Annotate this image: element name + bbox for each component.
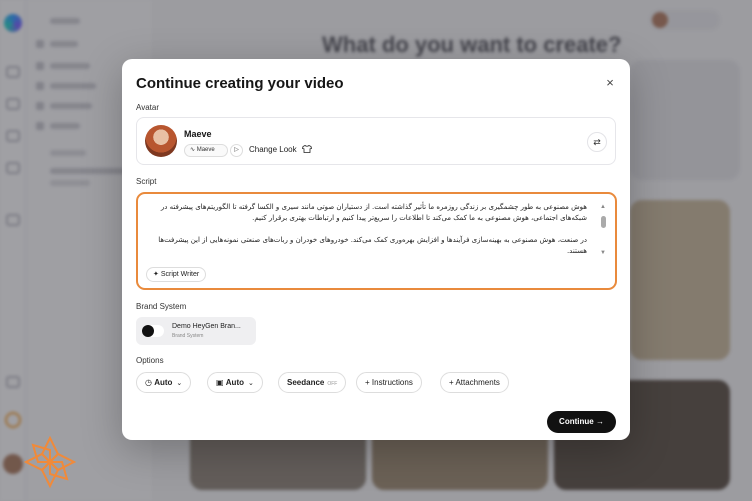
seedance-label: Seedance [287, 378, 325, 387]
brand-flower-icon [24, 436, 76, 488]
options-label: Options [136, 356, 164, 365]
seedance-state: OFF [327, 381, 338, 387]
aspect-dropdown[interactable]: ▣ Auto ⌄ [207, 372, 263, 393]
avatar-thumbnail [145, 125, 177, 157]
scroll-up-icon[interactable]: ▲ [600, 204, 606, 210]
instructions-label: Instructions [371, 378, 413, 387]
script-label: Script [136, 177, 157, 186]
script-content[interactable]: هوش مصنوعی به طور چشمگیری بر زندگی روزمر… [139, 202, 587, 257]
brand-name: Demo HeyGen Bran... [172, 323, 241, 330]
change-look-button[interactable]: Change Look [249, 145, 312, 154]
play-icon[interactable]: ▷ [230, 144, 243, 157]
script-writer-button[interactable]: ✦ Script Writer [146, 267, 207, 282]
script-textarea[interactable]: هوش مصنوعی به طور چشمگیری بر زندگی روزمر… [136, 192, 617, 290]
plus-icon: + [365, 378, 372, 387]
continue-button[interactable]: Continue → [547, 411, 616, 433]
avatar-card[interactable]: Maeve ∿ Maeve ▷ Change Look ⇄ [136, 117, 616, 165]
clock-icon: ◷ [145, 378, 155, 387]
chevron-down-icon: ⌄ [248, 380, 254, 387]
script-paragraph: در صنعت، هوش مصنوعی به بهینه‌سازی فرآیند… [158, 236, 587, 255]
shirt-icon [301, 145, 312, 153]
voice-chip[interactable]: ∿ Maeve [184, 144, 228, 157]
image-icon: ▣ [216, 378, 226, 387]
scroll-down-icon[interactable]: ▼ [600, 250, 606, 256]
duration-value: Auto [154, 378, 173, 387]
swap-avatar-icon[interactable]: ⇄ [587, 132, 607, 152]
arrow-right-icon: → [593, 417, 604, 426]
avatar-name: Maeve [184, 129, 212, 139]
change-look-label: Change Look [249, 145, 297, 154]
avatar-label: Avatar [136, 103, 159, 112]
dialog-title: Continue creating your video [136, 75, 344, 92]
brand-system-label: Brand System [136, 302, 187, 311]
brand-toggle[interactable] [142, 325, 164, 337]
continue-label: Continue [559, 417, 594, 426]
duration-dropdown[interactable]: ◷ Auto ⌄ [136, 372, 192, 393]
voice-name: Maeve [196, 147, 215, 153]
scrollbar-thumb[interactable] [601, 216, 606, 228]
attachments-button[interactable]: + Attachments [440, 372, 509, 393]
close-icon[interactable]: × [602, 75, 618, 91]
continue-video-dialog: Continue creating your video × Avatar Ma… [122, 59, 630, 440]
attachments-label: Attachments [455, 378, 500, 387]
brand-system-selector[interactable]: Demo HeyGen Bran... Brand System [136, 317, 256, 345]
waveform-icon: ∿ [190, 147, 197, 153]
chevron-down-icon: ⌄ [176, 380, 183, 387]
seedance-toggle[interactable]: Seedance OFF [278, 372, 347, 393]
instructions-button[interactable]: + Instructions [356, 372, 422, 393]
script-writer-label: Script Writer [160, 271, 200, 278]
brand-subtitle: Brand System [172, 333, 204, 339]
script-paragraph: هوش مصنوعی به طور چشمگیری بر زندگی روزمر… [160, 203, 587, 222]
aspect-value: Auto [225, 378, 244, 387]
sparkle-icon: ✦ [153, 271, 161, 278]
